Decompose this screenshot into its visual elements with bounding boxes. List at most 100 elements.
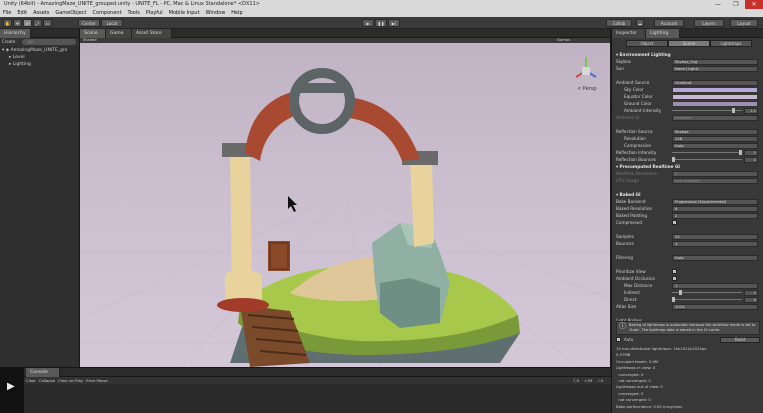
setting-value-field[interactable]: Gradient — [672, 79, 758, 86]
slider-value-field[interactable]: 0 — [744, 296, 758, 303]
rotate-tool-icon[interactable]: ⟳ — [23, 19, 32, 27]
layers-dropdown[interactable]: Layers — [694, 19, 724, 27]
menu-gameobject[interactable]: GameObject — [55, 9, 86, 17]
setting-checkbox[interactable]: ✓ — [672, 269, 677, 274]
setting-slider[interactable] — [672, 108, 742, 113]
orientation-gizmo-icon[interactable] — [575, 57, 597, 78]
setting-value-field[interactable]: 2 — [672, 212, 758, 219]
tab-game[interactable]: Game — [106, 29, 132, 38]
video-player-thumbnail[interactable]: ▶ — [0, 367, 24, 413]
menu-edit[interactable]: Edit — [17, 9, 27, 17]
setting-value-field[interactable]: Progressive (Experimental) — [672, 198, 758, 205]
menu-assets[interactable]: Assets — [33, 9, 49, 17]
play-button[interactable]: ▶ — [362, 19, 374, 27]
console-error-count[interactable]: ⊘0 — [597, 377, 603, 384]
tab-asset-store[interactable]: Asset Store — [132, 29, 172, 38]
color-swatch[interactable] — [672, 100, 758, 107]
setting-value-field[interactable]: Auto — [672, 142, 758, 149]
setting-row — [616, 310, 760, 317]
subtab-object[interactable]: Object — [626, 40, 668, 47]
setting-value-field[interactable]: Auto — [672, 254, 758, 261]
hand-tool-icon[interactable]: ✋ — [3, 19, 12, 27]
setting-value-field[interactable]: Realtime — [672, 114, 758, 121]
tab-lighting[interactable]: Lighting — [646, 29, 680, 38]
subtab-lightmaps[interactable]: Lightmaps — [710, 40, 752, 47]
console-collapse-button[interactable]: Collapse — [39, 377, 55, 384]
setting-slider[interactable] — [672, 157, 742, 162]
color-swatch[interactable] — [672, 93, 758, 100]
setting-value-field[interactable]: 32 — [672, 233, 758, 240]
minimize-button[interactable]: — — [709, 0, 727, 9]
slider-knob[interactable] — [672, 297, 675, 302]
auto-checkbox[interactable]: ✓ — [616, 337, 621, 342]
maximize-button[interactable]: ❐ — [727, 0, 745, 9]
slider-knob[interactable] — [678, 290, 682, 295]
setting-value-field[interactable]: 2 — [672, 170, 758, 177]
hierarchy-toolbar: Create All — [0, 38, 79, 46]
setting-value-field[interactable]: 1024 — [672, 303, 758, 310]
build-button[interactable]: Build — [720, 337, 760, 343]
subtab-scene[interactable]: Scene — [668, 40, 710, 47]
step-button[interactable]: ▶| — [388, 19, 400, 27]
slider-value-field[interactable]: 1 — [744, 156, 758, 163]
info-text: Baking of lightmaps is automatic because… — [629, 323, 756, 332]
console-warning-count[interactable]: ⚠39 — [584, 377, 592, 384]
menu-mobile-input[interactable]: Mobile Input — [169, 9, 200, 17]
hierarchy-item-scene[interactable]: ▾ ◈ AmazingMaze_UNITE_gro — [2, 48, 67, 53]
setting-value-field[interactable]: 1 — [672, 282, 758, 289]
menu-playful[interactable]: Playful — [146, 9, 163, 17]
tab-inspector[interactable]: Inspector — [612, 29, 646, 38]
console-error-pause-button[interactable]: Error Pause — [86, 377, 108, 384]
setting-value-field[interactable]: Skybox_Fog — [672, 58, 758, 65]
hierarchy-item-level[interactable]: ▸ Level — [9, 55, 25, 60]
setting-value-field[interactable]: 8 — [672, 205, 758, 212]
console-clear-on-play-button[interactable]: Clear on Play — [58, 377, 83, 384]
slider-knob[interactable] — [672, 157, 675, 162]
setting-value-field[interactable]: None (Light) — [672, 65, 758, 72]
setting-slider[interactable] — [672, 297, 742, 302]
slider-value-field[interactable]: 1.1 — [744, 107, 758, 114]
scene-panel: Scene Game Asset Store Shaded Gizmos < P… — [80, 29, 610, 367]
tab-console[interactable]: Console — [26, 368, 60, 377]
menu-component[interactable]: Component — [93, 9, 122, 17]
move-tool-icon[interactable]: ✥ — [13, 19, 22, 27]
slider-knob[interactable] — [732, 108, 736, 113]
console-panel: Console Clear Collapse Clear on Play Err… — [0, 367, 611, 413]
tab-scene[interactable]: Scene — [80, 29, 106, 38]
setting-label: Sky Color — [624, 87, 644, 92]
menu-window[interactable]: Window — [206, 9, 226, 17]
hierarchy-item-lighting[interactable]: ▸ Lighting — [9, 62, 31, 67]
account-dropdown[interactable]: Account — [654, 19, 684, 27]
slider-value-field[interactable]: 1 — [744, 149, 758, 156]
rect-tool-icon[interactable]: ▭ — [43, 19, 52, 27]
cloud-icon[interactable]: ☁ — [636, 19, 644, 27]
menu-tools[interactable]: Tools — [128, 9, 140, 17]
layout-dropdown[interactable]: Layout — [730, 19, 758, 27]
scale-tool-icon[interactable]: ⤢ — [33, 19, 42, 27]
menu-help[interactable]: Help — [231, 9, 242, 17]
slider-value-field[interactable]: 1 — [744, 289, 758, 296]
setting-value-field[interactable]: Low (default) — [672, 177, 758, 184]
console-log-count[interactable]: ⓘ0 — [573, 377, 579, 384]
setting-value-field[interactable]: 4 — [672, 240, 758, 247]
pivot-local-button[interactable]: Local — [101, 19, 123, 27]
setting-checkbox[interactable]: ✓ — [672, 276, 677, 281]
tab-hierarchy[interactable]: Hierarchy — [0, 29, 31, 38]
console-clear-button[interactable]: Clear — [26, 377, 36, 384]
setting-slider[interactable] — [672, 150, 742, 155]
setting-value-field[interactable]: 128 — [672, 135, 758, 142]
close-button[interactable]: ✕ — [745, 0, 763, 9]
menu-file[interactable]: File — [3, 9, 11, 17]
pivot-center-button[interactable]: Center — [78, 19, 100, 27]
pause-button[interactable]: ❚❚ — [375, 19, 387, 27]
create-dropdown[interactable]: Create — [2, 38, 15, 46]
play-video-icon[interactable]: ▶ — [7, 381, 15, 392]
scene-viewport[interactable]: < Persp — [80, 43, 610, 367]
setting-checkbox[interactable]: ✓ — [672, 220, 677, 225]
setting-slider[interactable] — [672, 290, 742, 295]
color-swatch[interactable] — [672, 86, 758, 93]
hierarchy-search-input[interactable]: All — [22, 39, 76, 45]
collab-button[interactable]: Collab — [606, 19, 632, 27]
setting-value-field[interactable]: Skybox — [672, 128, 758, 135]
slider-knob[interactable] — [739, 150, 742, 155]
